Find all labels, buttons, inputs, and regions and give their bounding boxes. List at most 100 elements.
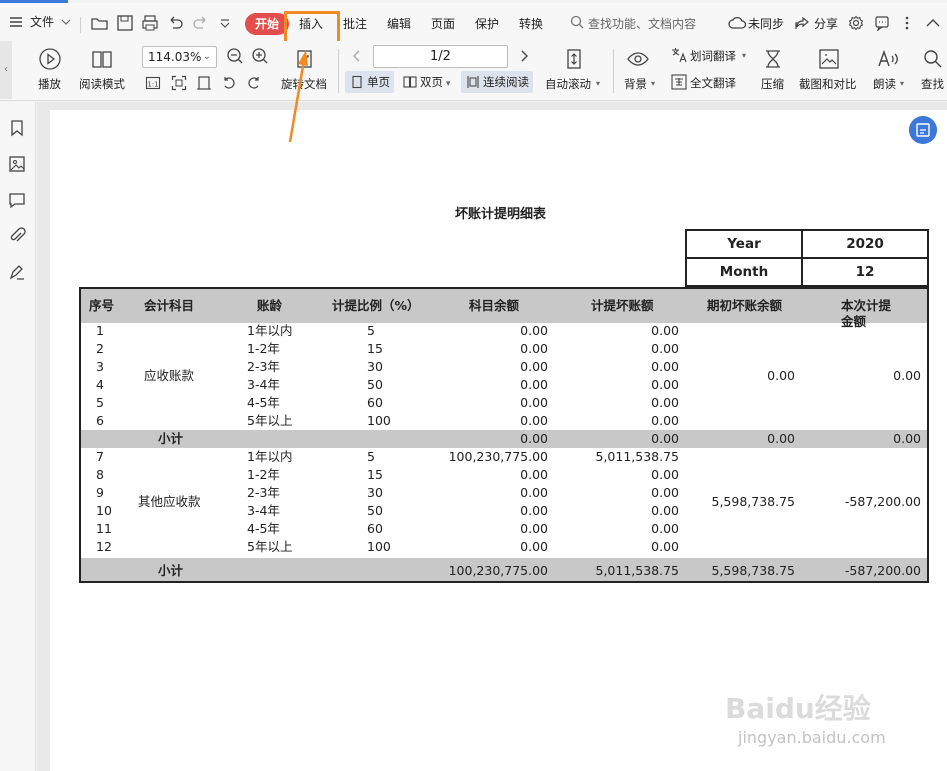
share-icon[interactable] — [794, 15, 810, 31]
table-cell: 0.00 — [893, 431, 921, 446]
table-cell: 100,230,775.00 — [448, 563, 548, 578]
page-number-input[interactable]: 1/2 — [373, 45, 508, 68]
group-label-row: 其他应收款 5,598,738.75 -587,200.00 — [81, 493, 927, 511]
table-cell: 应收账款 — [144, 368, 195, 383]
file-menu[interactable]: 文件 — [30, 12, 54, 32]
header-cell: 计提坏账额 — [591, 298, 654, 313]
chevron-left-icon[interactable] — [350, 49, 364, 63]
find-icon[interactable] — [921, 47, 945, 71]
tab-annotate[interactable]: 批注 — [343, 14, 367, 34]
table-cell: 0.00 — [520, 413, 548, 428]
search-input[interactable]: 查找功能、文档内容 — [588, 14, 696, 34]
screenshot-compare-button[interactable]: 截图和对比 — [799, 76, 857, 92]
compress-button[interactable]: 压缩 — [761, 76, 784, 92]
fit-page-icon[interactable] — [171, 75, 187, 91]
find-button[interactable]: 查找 — [921, 76, 944, 92]
chevron-up-icon[interactable] — [925, 17, 941, 29]
chevron-down-icon[interactable]: ▾ — [651, 76, 655, 92]
share-button[interactable]: 分享 — [814, 14, 838, 34]
continuous-read-label: 连续阅读 — [483, 75, 529, 89]
table-cell: 0.00 — [767, 368, 795, 383]
annotation-arrow-icon — [288, 50, 308, 143]
fit-width-icon[interactable] — [196, 75, 212, 91]
search-icon[interactable] — [570, 15, 585, 30]
full-translate-icon[interactable] — [670, 73, 688, 91]
tab-start[interactable]: 开始 — [245, 13, 289, 35]
table-cell: 0.00 — [651, 539, 679, 554]
bookmark-icon[interactable] — [8, 119, 26, 137]
table-row: 8 1-2年 15 0.00 0.00 — [81, 466, 927, 484]
double-page-icon — [403, 76, 417, 88]
actual-size-icon[interactable]: 1:1 — [145, 75, 161, 91]
feedback-icon[interactable] — [874, 15, 890, 31]
book-icon[interactable] — [90, 47, 114, 71]
zoom-in-icon[interactable] — [251, 47, 269, 65]
table-cell: 0.00 — [520, 539, 548, 554]
chevron-down-icon[interactable]: ▾ — [596, 76, 600, 92]
chevron-down-icon: ▾ — [443, 79, 451, 89]
table-cell: 0.00 — [651, 431, 679, 446]
ribbon-scroll-left[interactable]: ‹ — [0, 41, 12, 99]
single-page-button[interactable]: 单页 — [345, 71, 394, 93]
chevron-down-icon[interactable]: ▾ — [742, 48, 746, 64]
word-translate-button[interactable]: 划词翻译 — [690, 48, 736, 64]
full-translate-button[interactable]: 全文翻译 — [690, 75, 736, 91]
zoom-out-icon[interactable] — [226, 47, 244, 65]
continuous-read-button[interactable]: 连续阅读 — [461, 71, 533, 93]
tab-protect[interactable]: 保护 — [475, 14, 499, 34]
open-folder-icon[interactable] — [90, 13, 110, 33]
table-cell: 小计 — [158, 563, 184, 578]
eye-background-icon[interactable] — [626, 47, 650, 71]
play-icon[interactable] — [38, 47, 62, 71]
read-mode-button[interactable]: 阅读模式 — [79, 76, 125, 92]
play-button[interactable]: 播放 — [38, 76, 61, 92]
table-row: 12 5年以上 100 0.00 0.00 — [81, 538, 927, 556]
table-cell: 0.00 — [651, 521, 679, 536]
more-vertical-icon[interactable] — [902, 15, 912, 31]
double-page-button[interactable]: 双页 ▾ — [398, 71, 454, 93]
redo-icon[interactable] — [192, 14, 210, 32]
table-cell: 12 — [96, 539, 112, 554]
zoom-select[interactable]: 114.03% ⌄ — [142, 46, 217, 68]
settings-icon[interactable] — [848, 15, 864, 31]
cloud-sync-icon[interactable] — [728, 15, 746, 31]
table-cell: 5,011,538.75 — [595, 449, 680, 464]
quick-access-more-icon[interactable] — [218, 16, 232, 30]
table-cell: 0.00 — [651, 413, 679, 428]
header-cell: 计提比例（%） — [332, 298, 420, 313]
background-button[interactable]: 背景 — [624, 76, 647, 92]
rotate-left-icon[interactable] — [221, 75, 237, 91]
auto-scroll-button[interactable]: 自动滚动 — [545, 76, 591, 92]
word-translate-icon[interactable] — [670, 46, 688, 64]
header-cell: 序号 — [89, 298, 115, 313]
compress-icon[interactable] — [761, 47, 785, 71]
table-cell: 7 — [96, 449, 104, 464]
table-cell: 0.00 — [651, 395, 679, 410]
tab-page[interactable]: 页面 — [431, 14, 455, 34]
subtotal-row: 小计 100,230,775.00 5,011,538.75 5,598,738.75… — [81, 558, 927, 581]
year-month-table: Year 2020 Month 12 — [685, 229, 929, 287]
hamburger-menu-icon[interactable] — [8, 14, 24, 30]
floating-ocr-icon[interactable] — [909, 116, 937, 144]
print-icon[interactable] — [140, 13, 160, 33]
table-cell: 1 — [96, 323, 104, 338]
chevron-down-icon[interactable]: ▾ — [900, 76, 904, 92]
comment-icon[interactable] — [8, 191, 26, 209]
tab-edit[interactable]: 编辑 — [387, 14, 411, 34]
signature-icon[interactable] — [8, 263, 26, 281]
rotate-right-icon[interactable] — [246, 75, 262, 91]
tab-convert[interactable]: 转换 — [519, 14, 543, 34]
read-aloud-button[interactable]: 朗读 — [873, 76, 896, 92]
chevron-down-icon[interactable] — [60, 16, 72, 28]
read-aloud-icon[interactable] — [876, 47, 900, 71]
sync-status[interactable]: 未同步 — [748, 14, 784, 34]
screenshot-icon[interactable] — [817, 47, 841, 71]
auto-scroll-icon[interactable] — [562, 47, 586, 71]
thumbnail-icon[interactable] — [8, 155, 26, 173]
table-cell: 5,011,538.75 — [595, 563, 680, 578]
undo-icon[interactable] — [166, 14, 184, 32]
chevron-right-icon[interactable] — [517, 49, 531, 63]
table-cell: 1年以内 — [247, 323, 293, 338]
save-icon[interactable] — [115, 13, 135, 33]
attachment-icon[interactable] — [8, 227, 26, 245]
